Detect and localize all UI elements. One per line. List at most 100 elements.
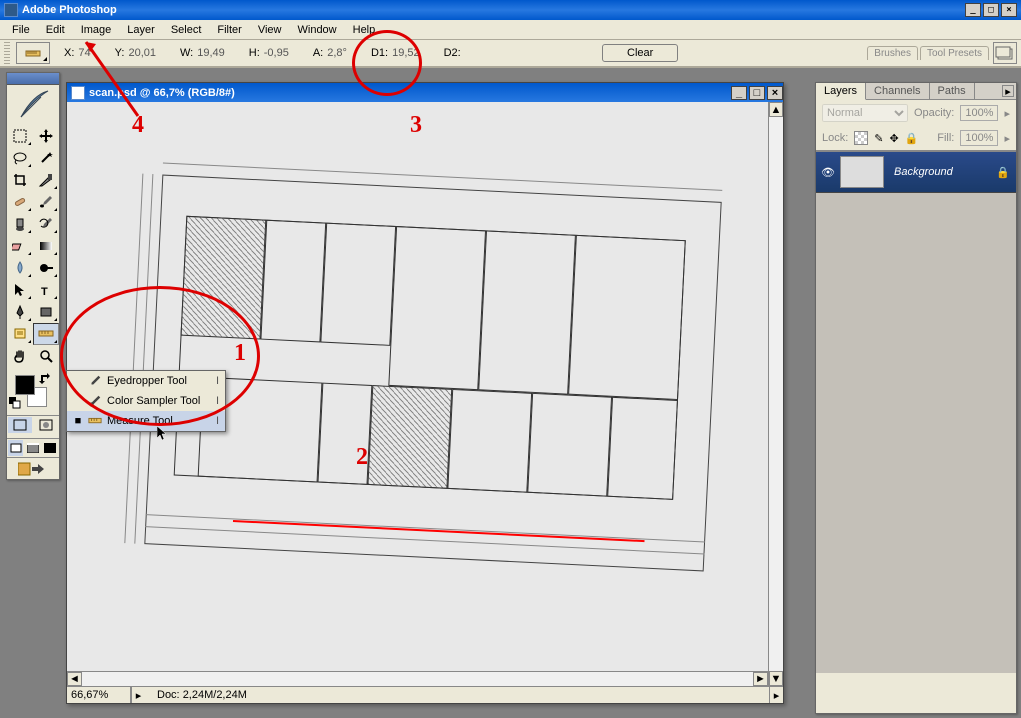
tool-eraser[interactable]: [7, 235, 33, 257]
tool-clone-stamp[interactable]: [7, 213, 33, 235]
tool-pen[interactable]: [7, 301, 33, 323]
tool-slice[interactable]: [33, 169, 59, 191]
menu-help[interactable]: Help: [345, 22, 384, 38]
lock-all-icon[interactable]: 🔒: [905, 132, 919, 145]
panel-menu-icon[interactable]: ▸: [1002, 85, 1014, 97]
zoom-field[interactable]: 66,67%: [67, 687, 131, 703]
tool-move[interactable]: [33, 125, 59, 147]
screenmode-full[interactable]: [42, 439, 59, 457]
menu-filter[interactable]: Filter: [209, 22, 249, 38]
tool-brush[interactable]: [33, 191, 59, 213]
tool-blur[interactable]: [7, 257, 33, 279]
doc-vertical-scrollbar[interactable]: ▲ ▼: [768, 102, 783, 686]
optionsbar-grip[interactable]: [4, 42, 10, 64]
menu-file[interactable]: File: [4, 22, 38, 38]
chevron-down-icon[interactable]: ▸: [1004, 107, 1010, 120]
layer-row-background[interactable]: 👁 Background 🔒: [816, 151, 1016, 193]
document-titlebar[interactable]: scan.psd @ 66,7% (RGB/8#) _ □ ×: [67, 83, 783, 102]
tab-channels[interactable]: Channels: [866, 83, 929, 99]
tool-eyedropper[interactable]: [33, 323, 59, 345]
tool-notes[interactable]: [7, 323, 33, 345]
tool-healing-brush[interactable]: [7, 191, 33, 213]
palette-well-icon[interactable]: [993, 42, 1017, 64]
menu-view[interactable]: View: [250, 22, 290, 38]
lock-transparency-icon[interactable]: [854, 131, 868, 145]
color-swatches: [7, 371, 59, 411]
foreground-color-swatch[interactable]: [15, 375, 35, 395]
readout-x: X:74: [64, 47, 91, 59]
layers-panel: Layers Channels Paths ▸ Normal Opacity: …: [815, 82, 1017, 714]
lock-pixels-icon[interactable]: ✎: [874, 132, 883, 145]
tool-shape[interactable]: [33, 301, 59, 323]
tool-magic-wand[interactable]: [33, 147, 59, 169]
layer-name[interactable]: Background: [886, 166, 996, 178]
palette-tab-toolpresets[interactable]: Tool Presets: [920, 46, 989, 60]
jump-to-imageready[interactable]: [7, 457, 59, 479]
readout-a: A:2,8°: [313, 47, 347, 59]
swap-colors-icon[interactable]: [39, 373, 51, 385]
minimize-button[interactable]: _: [965, 3, 981, 17]
scroll-up-arrow-icon[interactable]: ▲: [769, 102, 783, 117]
feather-icon: [13, 87, 53, 123]
fill-field[interactable]: 100%: [960, 130, 998, 146]
menu-layer[interactable]: Layer: [119, 22, 163, 38]
tool-lasso[interactable]: [7, 147, 33, 169]
tool-preset-picker[interactable]: [16, 42, 50, 64]
doc-minimize-button[interactable]: _: [731, 86, 747, 100]
chevron-down-icon[interactable]: ▸: [1004, 132, 1010, 145]
flyout-eyedropper[interactable]: Eyedropper Tool I: [67, 371, 225, 391]
quickmask-buttons: [7, 415, 59, 434]
menu-select[interactable]: Select: [163, 22, 210, 38]
quickmask-mode-button[interactable]: [33, 416, 59, 434]
layer-lock-icon: 🔒: [996, 166, 1014, 179]
tool-type[interactable]: T: [33, 279, 59, 301]
tab-layers[interactable]: Layers: [816, 83, 866, 100]
file-browser-icon: [994, 43, 1016, 63]
screenmode-full-menubar[interactable]: [24, 439, 41, 457]
app-title: Adobe Photoshop: [22, 4, 117, 16]
layer-visibility-icon[interactable]: 👁: [818, 166, 838, 179]
clear-button[interactable]: Clear: [602, 44, 678, 62]
menu-window[interactable]: Window: [290, 22, 345, 38]
menu-edit[interactable]: Edit: [38, 22, 73, 38]
opacity-field[interactable]: 100%: [960, 105, 998, 121]
tool-zoom[interactable]: [33, 345, 59, 367]
scroll-right-arrow-icon[interactable]: ►: [753, 672, 768, 686]
menu-image[interactable]: Image: [73, 22, 120, 38]
flyout-color-sampler[interactable]: Color Sampler Tool I: [67, 391, 225, 411]
doc-close-button[interactable]: ×: [767, 86, 783, 100]
scroll-left-arrow-icon[interactable]: ◄: [67, 672, 82, 686]
screenmode-buttons: [7, 438, 59, 457]
tool-hand[interactable]: [7, 345, 33, 367]
default-colors-icon[interactable]: [9, 397, 21, 409]
tool-marquee[interactable]: [7, 125, 33, 147]
tab-paths[interactable]: Paths: [930, 83, 975, 99]
layer-thumbnail[interactable]: [840, 156, 884, 188]
palette-tab-brushes[interactable]: Brushes: [867, 46, 918, 60]
tool-history-brush[interactable]: [33, 213, 59, 235]
document-title: scan.psd @ 66,7% (RGB/8#): [89, 87, 235, 99]
options-bar: X:74 Y:20,01 W:19,49 H:-0,95 A:2,8° D1:1…: [0, 40, 1021, 68]
blend-mode-select[interactable]: Normal: [822, 104, 908, 122]
toolbox-header[interactable]: [7, 73, 59, 85]
statusbar-popup-icon[interactable]: ▸: [769, 687, 783, 703]
doc-maximize-button[interactable]: □: [749, 86, 765, 100]
tool-gradient[interactable]: [33, 235, 59, 257]
layers-list-empty: [816, 193, 1016, 673]
lock-position-icon[interactable]: ✥: [890, 132, 899, 145]
tool-dodge[interactable]: [33, 257, 59, 279]
scroll-down-arrow-icon[interactable]: ▼: [769, 671, 783, 686]
doc-horizontal-scrollbar[interactable]: ◄ ►: [67, 671, 768, 686]
ruler-icon: [87, 413, 103, 429]
tool-path-selection[interactable]: [7, 279, 33, 301]
toolbox-logo: [7, 85, 59, 125]
maximize-button[interactable]: □: [983, 3, 999, 17]
standard-mode-button[interactable]: [7, 416, 33, 434]
document-icon: [71, 86, 85, 100]
doc-statusbar: 66,67% ▸ Doc: 2,24M/2,24M ▸: [67, 686, 783, 703]
close-button[interactable]: ×: [1001, 3, 1017, 17]
zoom-popup-icon[interactable]: ▸: [131, 687, 145, 703]
screenmode-standard[interactable]: [7, 439, 24, 457]
flyout-measure[interactable]: ■ Measure Tool I: [67, 411, 225, 431]
tool-crop[interactable]: [7, 169, 33, 191]
